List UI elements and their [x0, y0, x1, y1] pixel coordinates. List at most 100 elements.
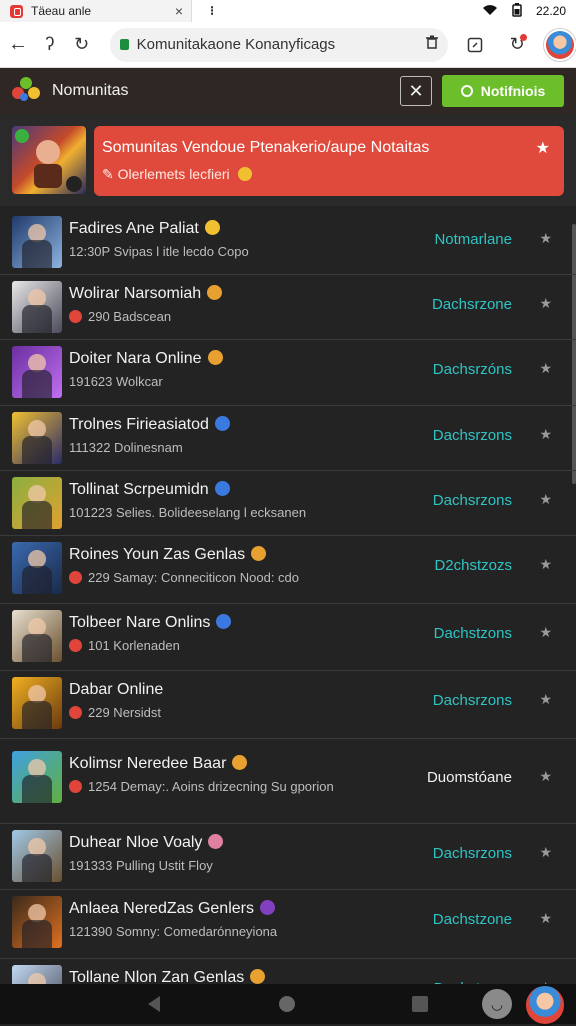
star-icon[interactable]: ★ [539, 624, 552, 641]
list-item[interactable]: Fadires Ane Paliat 12:30P Svipas l itle l… [0, 210, 576, 275]
list-item[interactable]: Anlaea NeredZas Genlers 121390 Somny: Com… [0, 890, 576, 959]
game-thumbnail[interactable] [12, 542, 62, 594]
item-meta: 101 Korlenaden [69, 638, 180, 653]
list-item[interactable]: Wolirar Narsomiah 290 Badscean Dachsrzone ★ [0, 275, 576, 340]
smiley-icon [237, 167, 252, 181]
item-title: Tollinat Scrpeumidn [69, 481, 230, 499]
item-status-link[interactable]: Dachsrzons [433, 427, 512, 444]
emoji-icon [214, 416, 230, 431]
list-item[interactable]: Doiter Nara Online 191623 Wolkcar Dachsrzó… [0, 340, 576, 406]
star-icon[interactable]: ★ [539, 230, 552, 247]
item-meta-text: 229 Samay: Conneciticon Nood: cdo [88, 570, 300, 585]
item-status-link[interactable]: Dachstzone [433, 911, 512, 928]
item-status-link[interactable]: Dachsrzone [432, 296, 512, 313]
item-title-text: Duhear Nloe Voaly [69, 834, 203, 851]
star-icon[interactable]: ★ [539, 768, 552, 785]
game-thumbnail[interactable] [12, 610, 62, 662]
item-status-link[interactable]: Dachstzons [434, 625, 512, 642]
browser-toolbar: ← ʔ ↻ Komunitakaone Konanyficags ↻ [0, 22, 576, 68]
meta-badge-icon [69, 780, 82, 793]
item-meta-text: 229 Nersidst [88, 705, 161, 720]
item-status-link[interactable]: Notmarlane [434, 231, 512, 248]
address-bar[interactable]: Komunitakaone Konanyficags [109, 27, 449, 62]
app-title: Nomunitas [52, 82, 129, 99]
game-thumbnail[interactable] [12, 281, 62, 333]
item-title: Tollane Nlon Zan Genlas [69, 969, 266, 984]
notifications-button[interactable]: Notifniois [442, 75, 564, 107]
item-status-link[interactable]: Dachsrzons [433, 845, 512, 862]
game-thumbnail[interactable] [12, 896, 62, 948]
help-icon[interactable]: ʔ [36, 31, 64, 59]
emoji-icon [259, 900, 275, 915]
list-item[interactable]: Tollinat Scrpeumidn 101223 Selies. Bolide… [0, 471, 576, 536]
list-item[interactable]: Duhear Nloe Voaly 191333 Pulling Ustit Fl… [0, 824, 576, 890]
star-icon[interactable]: ★ [539, 844, 552, 861]
item-meta: 191623 Wolkcar [69, 374, 163, 389]
recents-icon[interactable] [412, 996, 428, 1012]
item-meta: 121390 Somny: Comedarónneyiona [69, 924, 277, 939]
star-icon[interactable]: ★ [539, 426, 552, 443]
system-nav-bar: ◡ [0, 984, 576, 1026]
item-status-link[interactable]: Dachsrzóns [433, 361, 512, 378]
star-icon[interactable]: ★ [539, 295, 552, 312]
item-title: Fadires Ane Paliat [69, 220, 220, 238]
item-title: Duhear Nloe Voaly [69, 834, 224, 852]
emoji-icon [216, 614, 232, 629]
emoji-icon [214, 481, 230, 496]
tabs-icon[interactable] [460, 30, 490, 60]
game-thumbnail[interactable] [12, 751, 62, 803]
star-icon[interactable]: ★ [539, 691, 552, 708]
meta-badge-icon [69, 571, 82, 584]
tab-menu-icon[interactable]: ⁝ [210, 3, 214, 19]
list-item[interactable]: Tollane Nlon Zan GenlasDachstzons★ [0, 959, 576, 984]
star-icon[interactable]: ★ [539, 360, 552, 377]
floating-avatar[interactable] [524, 984, 566, 1026]
banner-subtitle: ✎ Olerlemets lecfieri [102, 166, 252, 183]
game-thumbnail[interactable] [12, 477, 62, 529]
back-arrow-icon[interactable]: ← [4, 31, 32, 59]
featured-banner[interactable]: Somunitas Vendoue Ptenakerio/aupe Notait… [94, 126, 564, 196]
tab-close-icon[interactable]: × [175, 3, 183, 19]
delete-icon[interactable] [426, 35, 439, 54]
featured-thumbnail[interactable] [12, 126, 86, 194]
item-title-text: Kolimsr Neredee Baar [69, 755, 227, 772]
star-icon[interactable]: ★ [539, 556, 552, 573]
url-text[interactable]: Komunitakaone Konanyficags [137, 36, 427, 53]
item-meta: 1254 Demay:. Aoins drizecning Su gporion [69, 779, 334, 794]
home-icon[interactable] [279, 996, 295, 1012]
game-thumbnail[interactable] [12, 965, 62, 984]
close-button[interactable]: ✕ [400, 76, 432, 106]
item-meta-text: 121390 Somny: Comedarónneyiona [69, 924, 278, 939]
profile-avatar[interactable] [544, 28, 576, 61]
emoji-icon [207, 350, 223, 365]
item-title: Anlaea NeredZas Genlers [69, 900, 275, 918]
banner-subtitle-text: Olerlemets lecfieri [117, 166, 230, 182]
item-status-link[interactable]: Dachsrzons [433, 692, 512, 709]
game-thumbnail[interactable] [12, 216, 62, 268]
item-status-link[interactable]: Duomstóane [427, 769, 512, 786]
game-thumbnail[interactable] [12, 677, 62, 729]
game-thumbnail[interactable] [12, 830, 62, 882]
list-item[interactable]: Roines Youn Zas Genlas 229 Samay: Conneci… [0, 536, 576, 604]
game-thumbnail[interactable] [12, 346, 62, 398]
item-status-link[interactable]: D2chstzozs [434, 557, 512, 574]
assistant-icon[interactable]: ◡ [482, 989, 512, 1019]
updates-icon[interactable]: ↻ [502, 30, 532, 60]
star-icon[interactable]: ★ [539, 491, 552, 508]
star-icon[interactable]: ★ [539, 910, 552, 927]
list-item[interactable]: Dabar Online 229 Nersidst Dachsrzons ★ [0, 671, 576, 739]
item-title-text: Roines Youn Zas Genlas [69, 546, 246, 563]
item-title: Roines Youn Zas Genlas [69, 546, 267, 564]
list-item[interactable]: Kolimsr Neredee Baar 1254 Demay:. Aoins d… [0, 739, 576, 824]
browser-tab[interactable]: Täeau anle × [0, 0, 192, 22]
item-status-link[interactable]: Dachsrzons [433, 492, 512, 509]
item-meta: 191333 Pulling Ustit Floy [69, 858, 213, 873]
banner-star-icon[interactable]: ★ [536, 138, 550, 158]
tab-title: Täeau anle [31, 4, 92, 18]
back-icon[interactable] [148, 996, 160, 1012]
game-thumbnail[interactable] [12, 412, 62, 464]
item-meta: 229 Nersidst [69, 705, 161, 720]
list-item[interactable]: Tolbeer Nare Onlins 101 Korlenaden Dachstz… [0, 604, 576, 671]
list-item[interactable]: Trolnes Firieasiatod 111322 Dolinesnam Dac… [0, 406, 576, 471]
reload-icon[interactable]: ↻ [68, 31, 96, 59]
